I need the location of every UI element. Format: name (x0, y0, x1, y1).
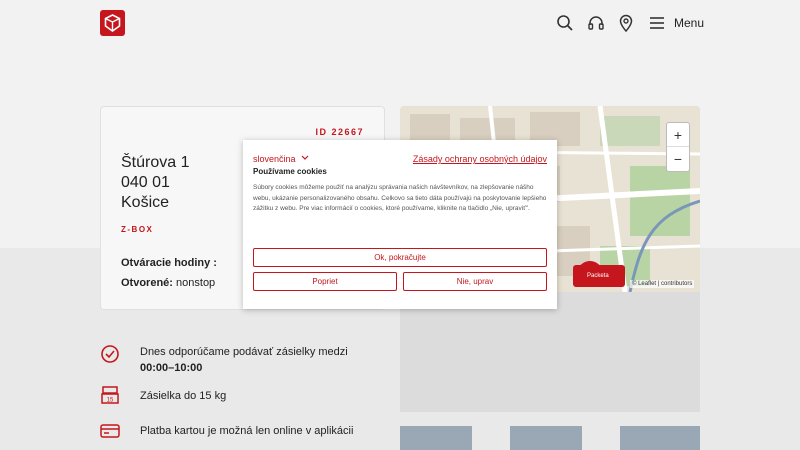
opening-hours-value: nonstop (176, 277, 216, 289)
recommended-time-prefix: Dnes odporúčame podávať zásielky medzi (140, 346, 348, 358)
recommended-time-range: 00:00–10:00 (140, 362, 203, 374)
site-header: Menu (0, 0, 800, 48)
address-zip: 040 01 (121, 174, 170, 191)
cookie-reject-button[interactable]: Nie, uprav (403, 272, 547, 291)
scale-icon-label: 15 (107, 398, 114, 404)
cookie-title: Používame cookies (253, 167, 327, 176)
menu-button-label[interactable]: Menu (674, 16, 704, 30)
point-address: Štúrova 1 040 01 Košice (121, 153, 189, 213)
packeta-logo-icon (104, 14, 121, 32)
point-id-label: ID 22667 (315, 127, 364, 137)
address-city: Košice (121, 194, 170, 211)
address-street: Štúrova 1 (121, 154, 190, 171)
point-photo-thumb[interactable] (620, 426, 700, 450)
cookie-consent-dialog: slovenčina Zásady ochrany osobných údajo… (243, 140, 557, 309)
cookie-description: Súbory cookies môžeme použiť na analýzu … (253, 184, 547, 212)
recommended-time-text: Dnes odporúčame podávať zásielky medzi 0… (140, 344, 380, 376)
point-photo-thumb[interactable] (510, 426, 582, 450)
cookie-customize-button[interactable]: Popriet (253, 272, 397, 291)
chevron-down-icon[interactable] (301, 155, 309, 161)
card-icon (100, 424, 120, 438)
language-selector[interactable]: slovenčina (253, 154, 296, 164)
opening-hours-status: Otvorené: (121, 277, 173, 289)
zoom-out-button[interactable]: − (667, 147, 689, 171)
info-row-weight: 15 Zásielka do 15 kg (100, 385, 380, 405)
scale-icon: 15 (101, 386, 119, 404)
payment-info-text: Platba kartou je možná len online v apli… (140, 425, 354, 437)
cookie-accept-button[interactable]: Ok, pokračujte (253, 248, 547, 267)
map-packeta-pin[interactable]: Packeta (573, 265, 625, 287)
point-photo-thumb[interactable] (400, 426, 472, 450)
location-pin-icon[interactable] (617, 14, 635, 32)
zoom-in-button[interactable]: + (667, 123, 689, 147)
info-row-recommended-time: Dnes odporúčame podávať zásielky medzi 0… (100, 344, 380, 376)
opening-hours-line: Otvorené: nonstop (121, 277, 215, 289)
opening-hours-title: Otváracie hodiny : (121, 257, 217, 269)
clock-check-icon (101, 345, 119, 363)
weight-limit-text: Zásielka do 15 kg (140, 390, 227, 402)
info-row-payment: Platba kartou je možná len online v apli… (100, 421, 400, 441)
packeta-logo[interactable] (100, 10, 125, 36)
hamburger-icon[interactable] (648, 14, 666, 32)
map-attribution[interactable]: © Leaflet | contributors (630, 280, 695, 288)
search-icon[interactable] (556, 14, 574, 32)
privacy-policy-link[interactable]: Zásady ochrany osobných údajov (413, 154, 547, 164)
photo-panel (400, 292, 700, 412)
point-type-label: Z-BOX (121, 225, 154, 234)
headset-icon[interactable] (587, 14, 605, 32)
map-zoom-control: + − (666, 122, 690, 172)
